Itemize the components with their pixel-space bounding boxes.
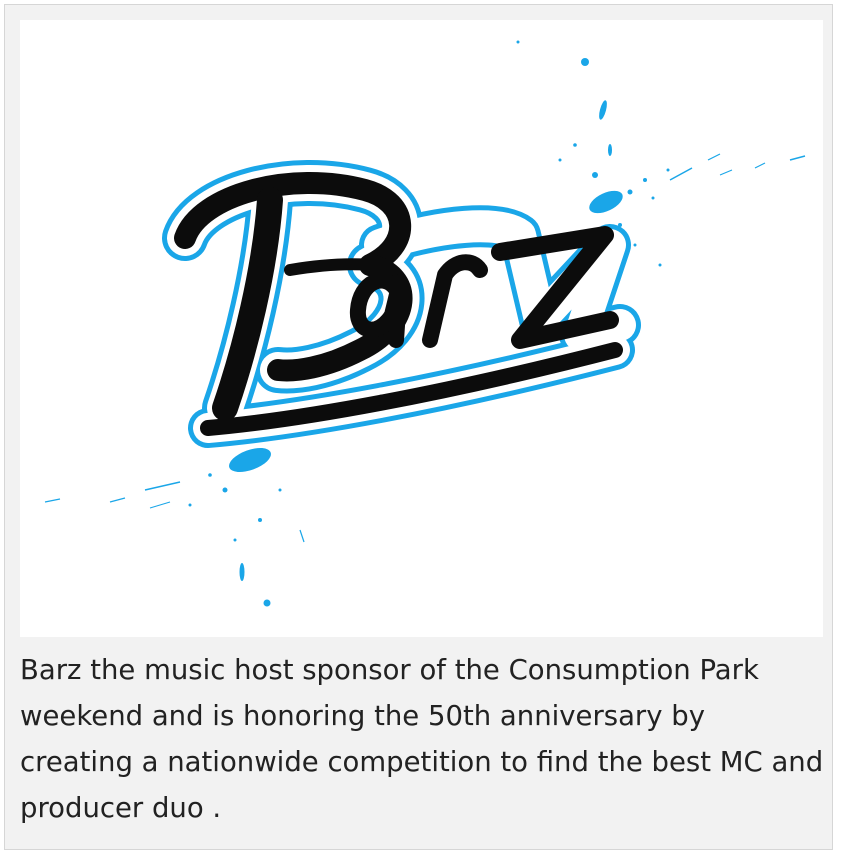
article-card: Barz the music host sponsor of the Consu… bbox=[4, 4, 833, 850]
paint-splatter-lower bbox=[44, 447, 305, 607]
barz-logo-graphic bbox=[44, 40, 806, 607]
barz-logo-image bbox=[20, 20, 823, 637]
paint-splatter bbox=[516, 40, 806, 267]
article-caption: Barz the music host sponsor of the Consu… bbox=[20, 654, 824, 824]
